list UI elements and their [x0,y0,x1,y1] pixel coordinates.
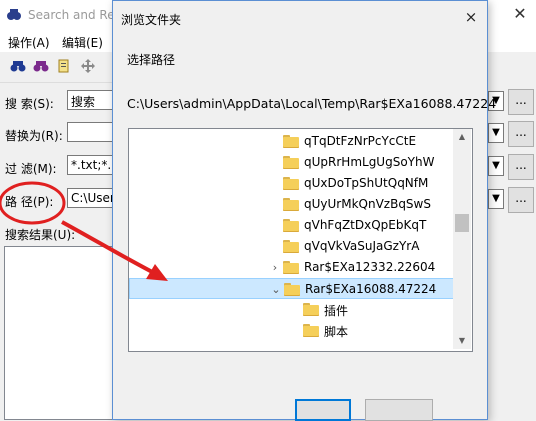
replace-browse-button[interactable]: ... [508,121,534,147]
tree-item-label: Rar$EXa16088.47224 [305,282,437,296]
filter-input[interactable]: *.txt;*.hl [67,155,117,175]
replace-dropdown-chevron-down-icon[interactable]: ▼ [488,123,504,143]
tree-item-label: Rar$EXa12332.22604 [304,260,436,274]
tree-item[interactable]: › Rar$EXa12332.22604 [129,257,458,278]
tree-item-label: qUxDoTpShUtQqNfM [304,176,429,190]
dialog-title: 浏览文件夹 [121,13,182,27]
tree-item[interactable]: 脚本 [129,320,458,341]
search-label: 搜 索(S): [5,97,54,111]
folder-icon [283,261,299,274]
tree-item[interactable]: qTqDtFzNrPcYcCtE [129,131,458,152]
chevron-right-icon[interactable]: › [269,257,281,278]
browse-folder-dialog: 浏览文件夹 × 选择路径 C:\Users\admin\AppData\Loca… [112,0,496,421]
scrollbar-thumb[interactable] [455,214,469,232]
move-icon[interactable] [80,58,96,74]
close-icon[interactable]: × [461,7,481,27]
binoculars-icon[interactable] [10,58,26,74]
tree-item-label: qVhFqZtDxQpEbKqT [304,218,427,232]
replace-label: 替换为(R): [5,129,63,143]
tree-item-label: qTqDtFzNrPcYcCtE [304,134,417,148]
tree-item-label: qUpRrHmLgUgSoYhW [304,155,435,169]
tree-item-selected[interactable]: ⌄ Rar$EXa16088.47224 [129,278,458,299]
folder-icon [283,156,299,169]
folder-icon [284,283,300,296]
path-input[interactable]: C:\Users [67,188,117,208]
tree-item-label: qUyUrMkQnVzBqSwS [304,197,431,211]
filter-browse-button[interactable]: ... [508,154,534,180]
tree-item[interactable]: qVqVkVaSuJaGzYrA [129,236,458,257]
tree-item[interactable]: qUxDoTpShUtQqNfM [129,173,458,194]
cancel-button[interactable] [365,399,433,421]
selected-path: C:\Users\admin\AppData\Local\Temp\Rar$EX… [127,96,497,111]
binoculars-pair-icon[interactable] [33,58,49,74]
ok-button[interactable] [295,399,351,421]
scroll-up-arrow-icon[interactable]: ▲ [453,129,471,145]
background-close-icon[interactable]: ✕ [510,4,530,24]
replace-icon[interactable] [56,58,72,74]
folder-icon [283,198,299,211]
folder-icon [283,135,299,148]
tree-item-label: 插件 [324,304,349,318]
filter-dropdown-chevron-down-icon[interactable]: ▼ [488,156,504,176]
tree-vertical-scrollbar[interactable] [453,129,471,349]
menu-edit[interactable]: 编辑(E) [62,34,103,51]
tree-item-label: qVqVkVaSuJaGzYrA [304,239,420,253]
folder-icon [283,177,299,190]
results-label: 搜索结果(U): [5,228,76,242]
folder-icon [283,240,299,253]
folder-icon [303,324,319,337]
tree-item-label: 脚本 [324,325,349,339]
filter-label: 过 滤(M): [5,162,57,176]
tree-item[interactable]: qVhFqZtDxQpEbKqT [129,215,458,236]
tree-item[interactable]: qUyUrMkQnVzBqSwS [129,194,458,215]
search-browse-button[interactable]: ... [508,89,534,115]
search-input[interactable]: 搜索 [67,90,117,110]
path-label: 路 径(P): [5,195,54,209]
replace-input[interactable] [67,122,117,142]
folder-icon [303,303,319,316]
path-dropdown-chevron-down-icon[interactable]: ▼ [488,189,504,209]
menu-operation[interactable]: 操作(A) [8,34,50,51]
results-list[interactable] [4,246,114,420]
path-browse-button[interactable]: ... [508,187,534,213]
chevron-down-icon[interactable]: ⌄ [270,279,282,300]
tree-item[interactable]: 插件 [129,299,458,320]
background-window-title: Search and Re [28,8,115,22]
scroll-down-arrow-icon[interactable]: ▼ [453,333,471,349]
app-icon [7,9,21,20]
folder-icon [283,219,299,232]
dialog-prompt: 选择路径 [127,53,176,67]
tree-item[interactable]: qUpRrHmLgUgSoYhW [129,152,458,173]
folder-tree[interactable]: qTqDtFzNrPcYcCtE qUpRrHmLgUgSoYhW qUxDoTpS… [128,128,473,352]
